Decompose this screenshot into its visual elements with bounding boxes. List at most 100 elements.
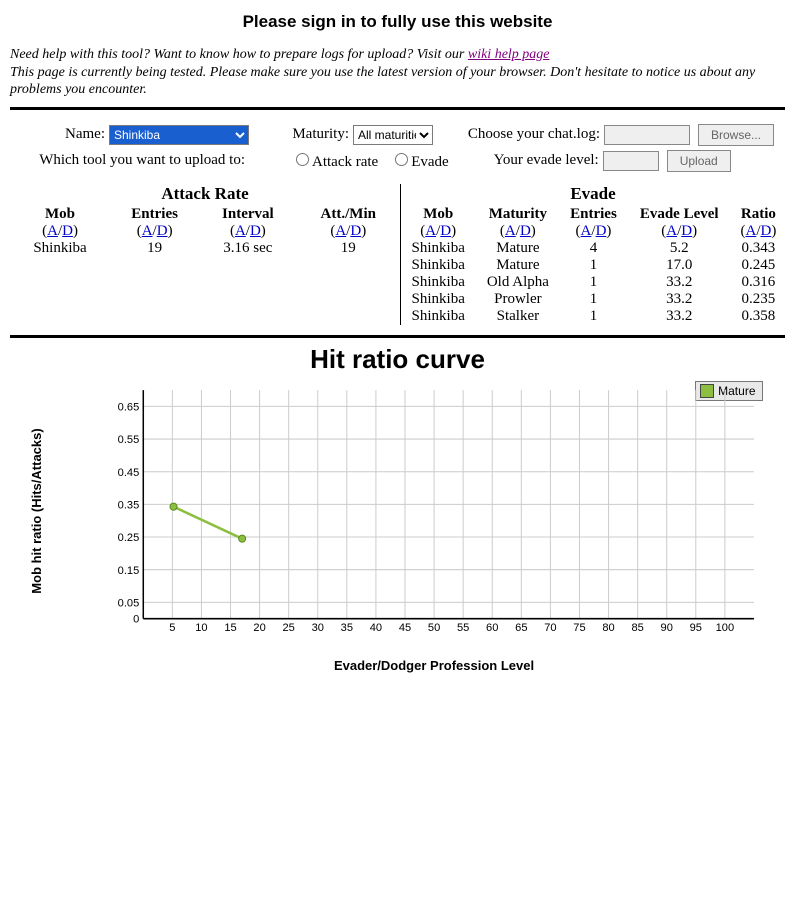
evade-panel: Evade Mob Maturity Entries Evade Level R… [400, 184, 785, 325]
svg-text:5: 5 [169, 621, 175, 633]
svg-text:0: 0 [133, 613, 139, 625]
svg-text:45: 45 [398, 621, 410, 633]
col-mob: Mob [10, 206, 110, 223]
wiki-help-link[interactable]: wiki help page [468, 47, 550, 62]
cell-level: 17.0 [627, 257, 732, 274]
sort-desc[interactable]: D [157, 223, 168, 239]
svg-text:40: 40 [369, 621, 381, 633]
sort-row: (A/D) (A/D) (A/D) (A/D) [10, 223, 400, 240]
intro-line2: This page is currently being tested. Ple… [10, 65, 755, 98]
cell-mob: Shinkiba [401, 308, 475, 325]
cell-entries: 19 [110, 240, 199, 257]
svg-text:80: 80 [602, 621, 614, 633]
radio-evade[interactable]: Evade [390, 150, 448, 171]
intro-line1-pre: Need help with this tool? Want to know h… [10, 47, 468, 62]
svg-text:60: 60 [486, 621, 498, 633]
sort-asc[interactable]: A [335, 223, 346, 239]
browse-button[interactable]: Browse... [698, 124, 774, 146]
col-entries: Entries [560, 206, 626, 223]
col-interval: Interval [199, 206, 296, 223]
col-mob: Mob [401, 206, 475, 223]
maturity-select[interactable]: All maturities [353, 125, 433, 145]
svg-text:0.05: 0.05 [117, 597, 139, 609]
svg-text:0.45: 0.45 [117, 466, 139, 478]
cell-interval: 3.16 sec [199, 240, 296, 257]
cell-entries: 1 [560, 308, 626, 325]
cell-entries: 4 [560, 240, 626, 257]
upload-button[interactable]: Upload [667, 150, 731, 172]
col-ratio: Ratio [732, 206, 785, 223]
cell-level: 33.2 [627, 274, 732, 291]
cell-ratio: 0.316 [732, 274, 785, 291]
col-entries: Entries [110, 206, 199, 223]
sort-asc[interactable]: A [745, 223, 756, 239]
col-maturity: Maturity [475, 206, 560, 223]
sort-asc[interactable]: A [47, 223, 58, 239]
sort-asc[interactable]: A [505, 223, 516, 239]
table-row: ShinkibaStalker133.20.358 [401, 308, 785, 325]
plot-svg: 5101520253035404550556065707580859095100… [113, 385, 759, 639]
svg-text:15: 15 [224, 621, 236, 633]
cell-level: 33.2 [627, 291, 732, 308]
cell-ratio: 0.245 [732, 257, 785, 274]
cell-maturity: Mature [475, 257, 560, 274]
table-row: ShinkibaProwler133.20.235 [401, 291, 785, 308]
evade-level-input[interactable] [603, 151, 659, 171]
cell-attmin: 19 [297, 240, 400, 257]
chart-title: Hit ratio curve [10, 344, 785, 375]
sort-desc[interactable]: D [681, 223, 692, 239]
name-label: Name: [10, 126, 109, 143]
chatlog-input[interactable] [604, 125, 690, 145]
sort-desc[interactable]: D [760, 223, 771, 239]
sort-desc[interactable]: D [440, 223, 451, 239]
cell-maturity: Prowler [475, 291, 560, 308]
cell-mob: Shinkiba [401, 257, 475, 274]
cell-mob: Shinkiba [401, 274, 475, 291]
svg-text:0.65: 0.65 [117, 401, 139, 413]
sort-asc[interactable]: A [235, 223, 246, 239]
svg-text:0.25: 0.25 [117, 532, 139, 544]
sort-asc[interactable]: A [142, 223, 153, 239]
svg-text:75: 75 [573, 621, 585, 633]
chatlog-label: Choose your chat.log: [455, 126, 604, 143]
sort-asc[interactable]: A [666, 223, 677, 239]
evade-table: Mob Maturity Entries Evade Level Ratio (… [401, 206, 785, 325]
sort-desc[interactable]: D [520, 223, 531, 239]
svg-text:0.35: 0.35 [117, 499, 139, 511]
sort-asc[interactable]: A [425, 223, 436, 239]
y-axis-label: Mob hit ratio (Hits/Attacks) [29, 428, 44, 593]
svg-text:70: 70 [544, 621, 556, 633]
hit-ratio-chart: Mature Mob hit ratio (Hits/Attacks) Evad… [33, 381, 763, 671]
cell-entries: 1 [560, 257, 626, 274]
cell-entries: 1 [560, 274, 626, 291]
radio-attack-rate[interactable]: Attack rate [291, 150, 378, 171]
sort-desc[interactable]: D [250, 223, 261, 239]
table-row: ShinkibaMature45.20.343 [401, 240, 785, 257]
cell-mob: Shinkiba [10, 240, 110, 257]
svg-text:95: 95 [689, 621, 701, 633]
sort-desc[interactable]: D [62, 223, 73, 239]
sort-desc[interactable]: D [350, 223, 361, 239]
cell-mob: Shinkiba [401, 240, 475, 257]
cell-level: 33.2 [627, 308, 732, 325]
svg-text:65: 65 [515, 621, 527, 633]
svg-text:85: 85 [631, 621, 643, 633]
name-select[interactable]: Shinkiba [109, 125, 249, 145]
attack-rate-table: Mob Entries Interval Att./Min (A/D) (A/D… [10, 206, 400, 257]
upload-form: Name: Shinkiba Maturity: All maturities … [10, 124, 785, 172]
svg-text:20: 20 [253, 621, 265, 633]
svg-text:0.15: 0.15 [117, 564, 139, 576]
page-title: Please sign in to fully use this website [10, 12, 785, 32]
divider-top [10, 107, 785, 110]
sort-asc[interactable]: A [581, 223, 592, 239]
svg-text:90: 90 [660, 621, 672, 633]
evade-level-label: Your evade level: [479, 152, 603, 169]
table-header-row: Mob Entries Interval Att./Min [10, 206, 400, 223]
which-tool-label: Which tool you want to upload to: [10, 152, 251, 169]
svg-text:35: 35 [340, 621, 352, 633]
table-row: ShinkibaMature117.00.245 [401, 257, 785, 274]
divider-bottom [10, 335, 785, 338]
sort-desc[interactable]: D [596, 223, 607, 239]
x-axis-label: Evader/Dodger Profession Level [334, 658, 534, 673]
table-row: Shinkiba 19 3.16 sec 19 [10, 240, 400, 257]
